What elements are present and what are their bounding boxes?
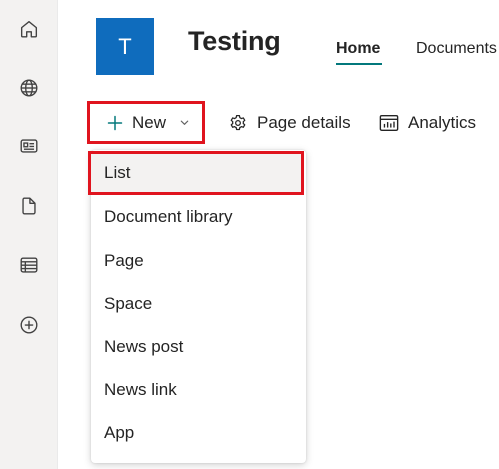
list-icon bbox=[20, 257, 38, 273]
plus-icon bbox=[107, 115, 123, 130]
site-logo[interactable]: T bbox=[96, 18, 154, 75]
new-button-label: New bbox=[132, 112, 167, 132]
page-details-label: Page details bbox=[257, 113, 351, 132]
rail-create-button[interactable] bbox=[9, 305, 49, 345]
chevron-down-icon bbox=[180, 120, 189, 125]
app-rail bbox=[0, 0, 58, 469]
analytics-label: Analytics bbox=[408, 113, 477, 132]
sharepoint-site-page: T Testing Home Documents New Page detail… bbox=[0, 0, 499, 469]
news-icon bbox=[20, 139, 38, 153]
nav-tab-documents[interactable]: Documents bbox=[416, 40, 497, 58]
site-title[interactable]: Testing bbox=[188, 26, 281, 57]
menu-item-space[interactable]: Space bbox=[91, 284, 306, 324]
rail-sites-button[interactable] bbox=[9, 68, 49, 108]
menu-item-news-post[interactable]: News post bbox=[91, 327, 306, 367]
menu-item-news-link[interactable]: News link bbox=[91, 370, 306, 410]
menu-item-page[interactable]: Page bbox=[91, 241, 306, 281]
site-logo-letter: T bbox=[118, 33, 132, 59]
gear-icon bbox=[230, 115, 246, 131]
menu-item-list[interactable]: List bbox=[88, 151, 304, 195]
rail-news-button[interactable] bbox=[9, 126, 49, 166]
home-icon bbox=[20, 20, 38, 38]
globe-icon bbox=[20, 79, 38, 97]
rail-home-button[interactable] bbox=[9, 9, 49, 49]
rail-lists-button[interactable] bbox=[9, 245, 49, 285]
menu-item-document-library[interactable]: Document library bbox=[91, 197, 306, 237]
page-details-button[interactable]: Page details bbox=[228, 104, 351, 142]
analytics-button[interactable]: Analytics bbox=[378, 104, 476, 142]
analytics-icon bbox=[379, 115, 399, 131]
rail-files-button[interactable] bbox=[9, 186, 49, 226]
new-dropdown-menu: List Document library Page Space News po… bbox=[88, 150, 306, 463]
add-circle-icon bbox=[20, 316, 38, 334]
nav-tab-home[interactable]: Home bbox=[336, 40, 380, 58]
file-icon bbox=[22, 197, 36, 215]
menu-item-app[interactable]: App bbox=[91, 413, 306, 453]
nav-active-indicator bbox=[336, 63, 382, 65]
new-button[interactable]: New bbox=[87, 101, 205, 144]
